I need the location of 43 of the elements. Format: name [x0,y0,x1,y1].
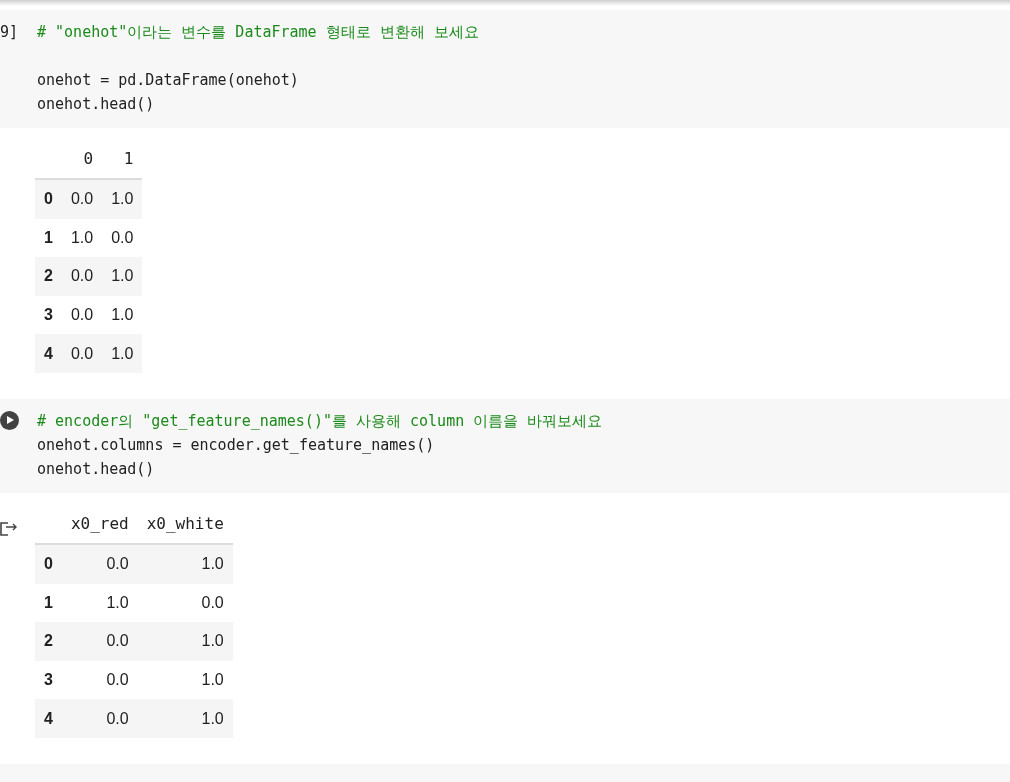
execution-count: 9] [0,22,19,43]
code-line: onehot.columns = encoder.get_feature_names() [37,434,435,456]
row-index: 0 [35,543,62,584]
table-cell: 1.0 [102,257,143,296]
row-index: 4 [35,334,62,373]
row-index: 2 [35,257,62,296]
table-cell: 0.0 [61,179,103,219]
code-comment: # "onehot"이라는 변수를 DataFrame 형태로 변환해 보세요 [37,22,479,43]
row-index: 4 [35,699,62,738]
row-index: 1 [35,218,62,258]
table-cell: 0.0 [61,257,103,296]
table-cell: 1.0 [102,295,143,335]
code-cell[interactable]: # encoder의 "get_feature_names()"를 사용해 column 이름을 바꿔보세요 onehot.columns = encoder.get_feature_names() onehot.head() [0,398,1010,493]
table-cell: 1.0 [137,622,233,661]
row-index: 0 [35,179,62,219]
row-index: 1 [35,583,62,623]
table-cell: 1.0 [137,660,233,700]
run-button[interactable] [0,410,19,430]
code-comment: # encoder의 "get_feature_names()"를 사용해 column 이름을 바꿔보세요 [37,410,603,432]
table-cell: 0.0 [61,699,138,738]
code-line: onehot.head() [37,458,155,480]
table-cell: 1.0 [102,179,143,219]
column-header: x0_white [137,503,233,544]
table-cell: 0.0 [61,622,138,661]
play-icon [7,416,14,425]
row-index: 2 [35,622,62,661]
code-line: onehot.head() [37,94,155,115]
table-cell: 1.0 [61,218,103,258]
table-cell: 0.0 [61,543,138,584]
code-line: onehot = pd.DataFrame(onehot) [37,70,299,91]
code-cell[interactable]: 9] # "onehot"이라는 변수를 DataFrame 형태로 변환해 보세요 onehot = pd.DataFrame(onehot) onehot.head() [0,10,1010,128]
table-cell: 0.0 [102,218,143,258]
table-cell: 0.0 [61,334,103,373]
column-header: x0_red [61,503,138,544]
table-cell: 0.0 [61,295,103,335]
table-cell: 0.0 [61,660,138,700]
table-cell: 1.0 [102,334,143,373]
table-cell: 1.0 [137,699,233,738]
table-cell: 1.0 [61,583,138,623]
table-cell: 1.0 [137,543,233,584]
row-index: 3 [35,295,62,335]
table-cell: 0.0 [137,583,233,623]
row-index: 3 [35,660,62,700]
